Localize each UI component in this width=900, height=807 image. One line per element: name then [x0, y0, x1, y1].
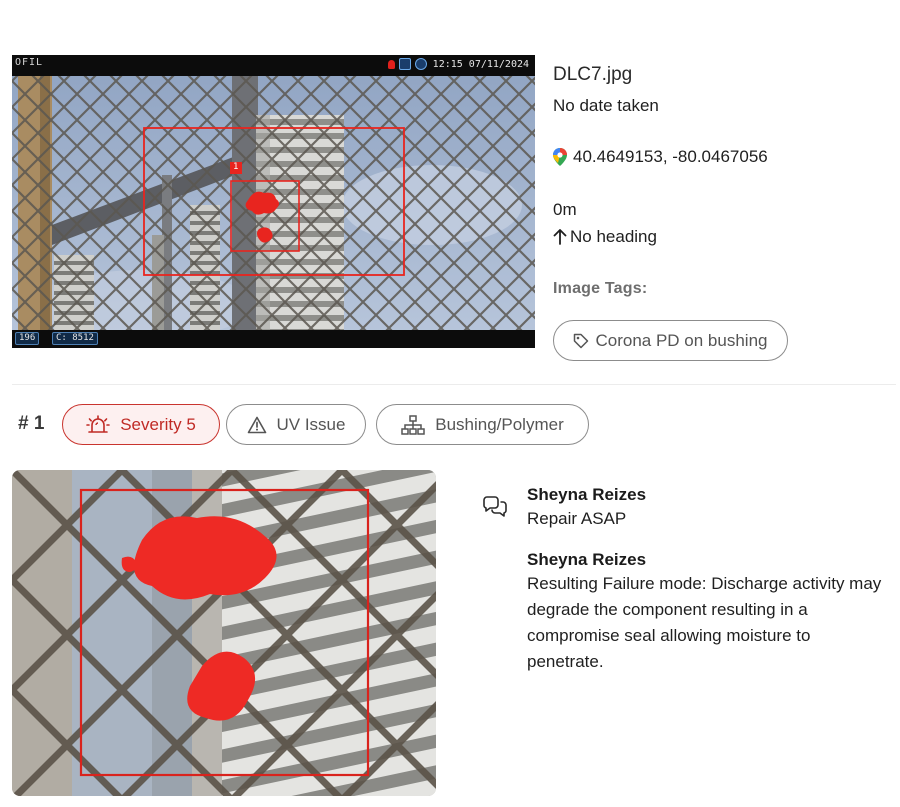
scene-illustration — [12, 55, 535, 348]
storage-icon — [398, 58, 411, 70]
date-taken: No date taken — [553, 96, 659, 115]
map-pin-icon — [553, 148, 567, 166]
hierarchy-icon — [401, 414, 425, 435]
tag-icon — [574, 333, 589, 348]
coordinates-text: 40.4649153, -80.0467056 — [573, 147, 768, 166]
heading: No heading — [553, 227, 657, 247]
warning-triangle-icon — [247, 416, 266, 433]
count-readout: C: 8512 — [52, 332, 98, 345]
comment-text: Repair ASAP — [527, 509, 627, 528]
issue-number: # 1 — [18, 413, 45, 434]
component-chip[interactable]: Bushing/Polymer — [376, 404, 589, 445]
camera-status-bar: OFIL 12:15 07/11/2024 — [12, 55, 535, 76]
image-tags-label: Image Tags: — [553, 280, 648, 297]
siren-icon — [86, 414, 111, 433]
file-name: DLC7.jpg — [553, 64, 633, 85]
altitude: 0m — [553, 200, 577, 219]
camera-logo: OFIL — [15, 57, 44, 68]
arrow-up-icon — [553, 229, 567, 245]
recording-icon — [387, 59, 395, 69]
image-tag-chip[interactable]: Corona PD on bushing — [553, 320, 788, 361]
severity-label: Severity 5 — [120, 414, 196, 434]
severity-chip[interactable]: Severity 5 — [62, 404, 220, 445]
comment-text: Resulting Failure mode: Discharge activi… — [527, 574, 882, 671]
comments-icon — [483, 496, 507, 517]
gain-readout: 196 — [15, 332, 40, 345]
component-label: Bushing/Polymer — [435, 414, 564, 434]
camera-timestamp: 12:15 07/11/2024 — [432, 58, 529, 70]
heading-text: No heading — [570, 227, 657, 246]
gps-coordinates[interactable]: 40.4649153, -80.0467056 — [553, 147, 768, 167]
crop-illustration — [12, 470, 436, 796]
detection-index-label: 1 — [233, 162, 239, 172]
issue-type-label: UV Issue — [276, 414, 346, 434]
section-divider — [12, 384, 896, 385]
inspection-image[interactable]: OFIL 12:15 07/11/2024 1 196 C: 8512 — [12, 55, 535, 348]
image-tag-label: Corona PD on bushing — [595, 330, 768, 350]
comment: Sheyna Reizes Repair ASAP — [527, 485, 646, 532]
uv-mode-icon — [414, 58, 427, 70]
issue-type-chip[interactable]: UV Issue — [226, 404, 366, 445]
comment-author: Sheyna Reizes — [527, 550, 647, 569]
camera-readout-bar: 196 C: 8512 — [12, 330, 535, 348]
comment: Sheyna Reizes Resulting Failure mode: Di… — [527, 550, 887, 675]
comment-author: Sheyna Reizes — [527, 485, 647, 504]
issue-crop-image[interactable] — [12, 470, 436, 796]
